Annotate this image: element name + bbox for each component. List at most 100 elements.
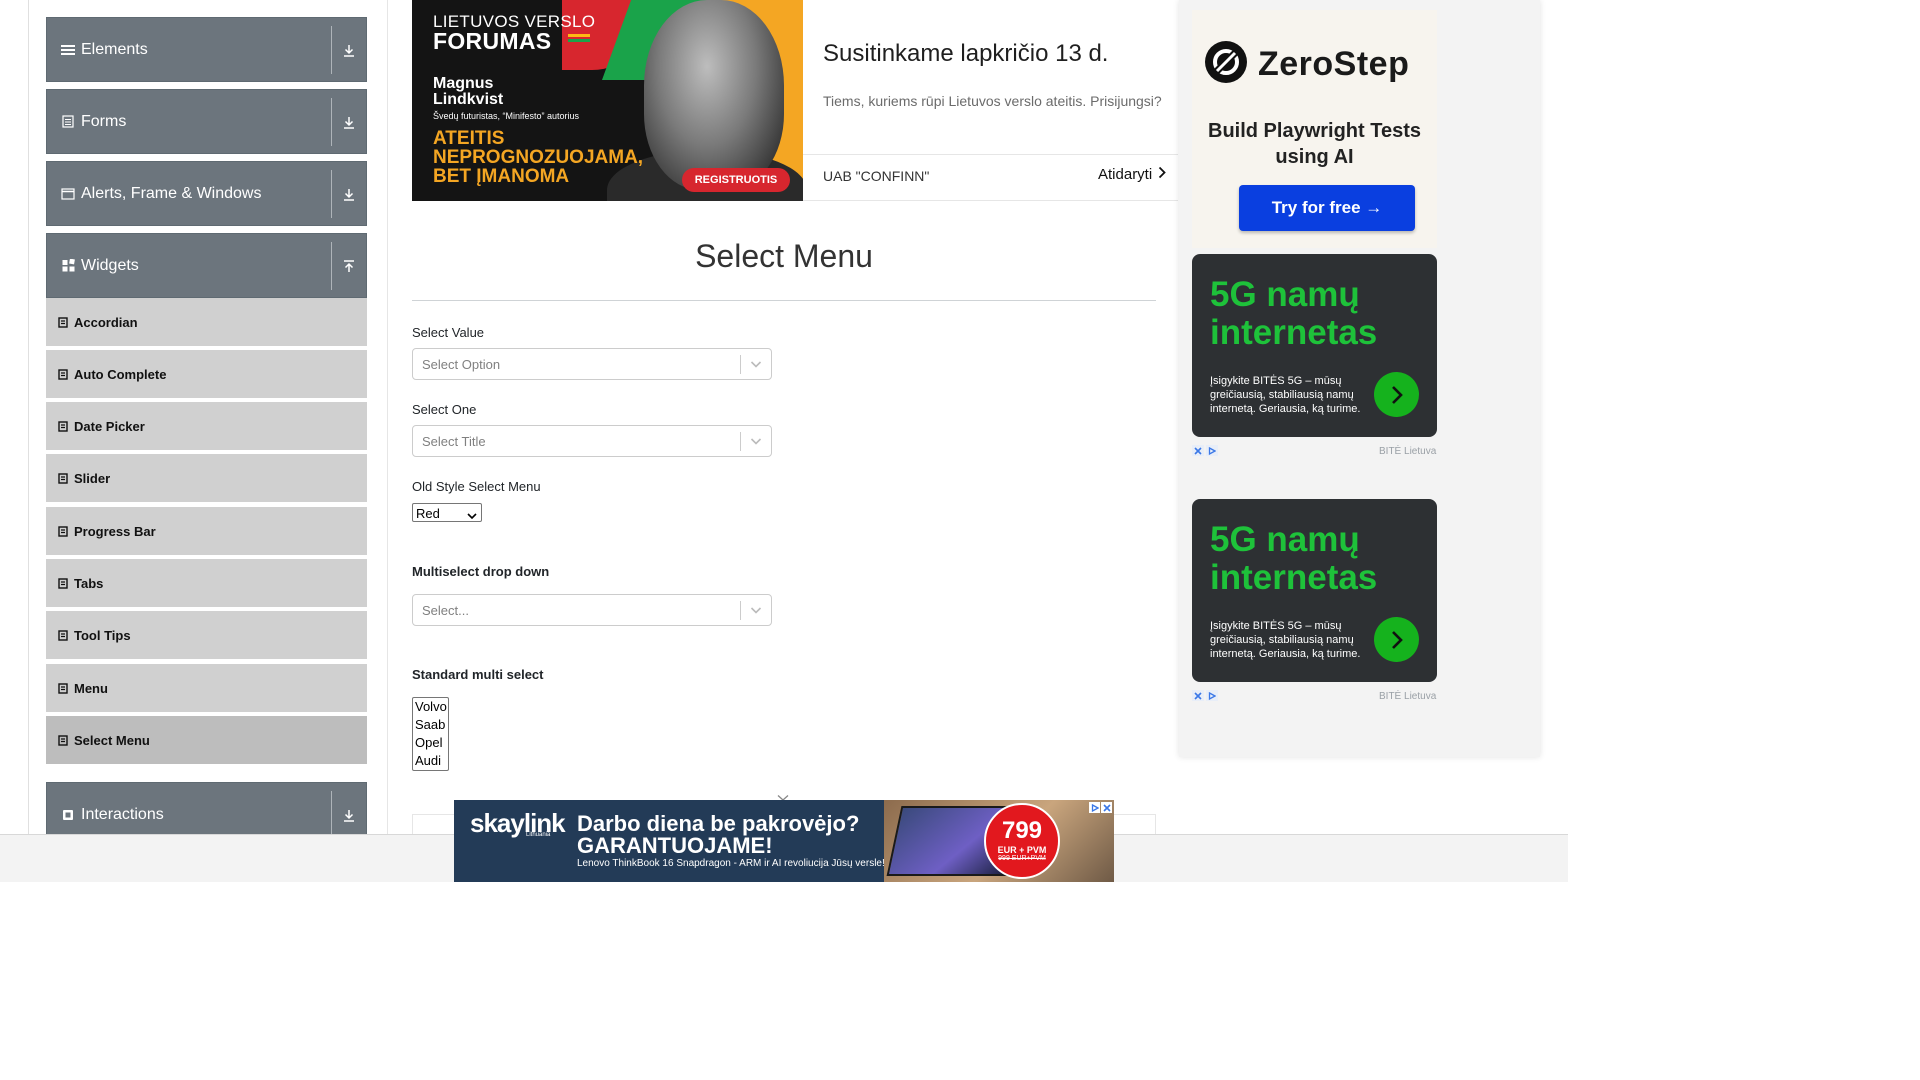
option-saab[interactable]: Saab <box>413 716 448 734</box>
bite-ad-body: Įsigykite BITĖS 5G – mūsų greičiausią, s… <box>1210 620 1361 660</box>
adchoices-icon[interactable] <box>1089 802 1100 813</box>
list-icon <box>58 682 68 694</box>
old-style-select[interactable]: Red <box>412 503 482 522</box>
price-unit: EUR + PVM <box>997 845 1047 855</box>
sidebar-item-tabs[interactable]: Tabs <box>46 559 367 609</box>
select-one-dropdown[interactable]: Select Title <box>412 425 772 457</box>
upload-icon[interactable] <box>332 234 366 299</box>
speaker-name: Magnus Lindkvist <box>433 75 504 108</box>
adchoices-icon[interactable] <box>1206 690 1218 701</box>
close-icon[interactable] <box>1192 690 1204 701</box>
chevron-down-icon[interactable] <box>749 603 763 622</box>
close-icon[interactable] <box>1101 802 1112 813</box>
bottom-ad-subline: Lenovo ThinkBook 16 Snapdragon - ARM ir … <box>577 858 885 869</box>
select-value-dropdown[interactable]: Select Option <box>412 348 772 380</box>
list-icon <box>58 525 68 537</box>
zerostep-ad[interactable]: ZeroStep Build Playwright Tests using AI… <box>1192 10 1437 248</box>
chevron-right-icon[interactable] <box>1374 617 1419 662</box>
top-banner-ad[interactable]: LIETUVOS VERSLO FORUMAS Magnus Lindkvist… <box>412 0 1178 201</box>
group-alerts-frame-windows[interactable]: Alerts, Frame & Windows <box>46 161 367 226</box>
price-badge: 799 EUR + PVM 999 EUR+PVM <box>984 803 1060 879</box>
select-one-label: Select One <box>412 402 477 417</box>
option-audi[interactable]: Audi <box>413 752 448 770</box>
chevron-right-icon[interactable] <box>1374 372 1419 417</box>
flag-icon <box>568 34 590 49</box>
list-icon <box>58 577 68 589</box>
list-icon <box>58 368 68 380</box>
bite-brand: BITĖ Lietuva <box>1379 446 1437 457</box>
sidebar-item-label: Slider <box>74 470 111 486</box>
skaylink-logo-sub: Lithuania <box>526 832 551 838</box>
bite-ad-card[interactable]: 5G namų internetas Įsigykite BITĖS 5G – … <box>1192 499 1437 682</box>
list-icon <box>58 629 68 641</box>
download-icon[interactable] <box>332 90 366 155</box>
standard-multi-select[interactable]: Volvo Saab Opel Audi <box>412 697 449 771</box>
option-opel[interactable]: Opel <box>413 734 448 752</box>
sidebar-item-label: Menu <box>74 680 108 696</box>
group-forms[interactable]: Forms <box>46 89 367 154</box>
sidebar-item-label: Tabs <box>74 575 104 591</box>
ad-image[interactable]: LIETUVOS VERSLO FORUMAS Magnus Lindkvist… <box>412 0 803 201</box>
bite-ad-card[interactable]: 5G namų internetas Įsigykite BITĖS 5G – … <box>1192 254 1437 437</box>
sidebar-item-auto-complete[interactable]: Auto Complete <box>46 350 367 400</box>
form-icon <box>59 115 77 128</box>
try-for-free-button[interactable]: Try for free → <box>1239 185 1415 231</box>
old-style-select-value: Red <box>416 506 440 521</box>
ad-open-link[interactable]: Atidaryti <box>1098 166 1166 183</box>
sidebar-item-tool-tips[interactable]: Tool Tips <box>46 611 367 661</box>
multiselect-dropdown[interactable]: Select... <box>412 594 772 626</box>
chevron-down-icon[interactable] <box>749 357 763 376</box>
adchoices-icon[interactable] <box>1206 445 1218 456</box>
multiselect-label: Multiselect drop down <box>412 564 550 579</box>
sidebar-item-menu[interactable]: Menu <box>46 664 367 714</box>
group-elements-label: Elements <box>81 40 148 58</box>
divider <box>740 432 741 451</box>
list-icon <box>58 316 68 328</box>
ad-choices[interactable] <box>1089 802 1112 813</box>
option-volvo[interactable]: Volvo <box>413 698 448 716</box>
sidebar-item-progress-bar[interactable]: Progress Bar <box>46 507 367 557</box>
chevron-down-icon[interactable] <box>749 434 763 453</box>
download-icon[interactable] <box>332 162 366 227</box>
sidebar-item-label: Accordian <box>74 314 138 330</box>
right-ad-column: ZeroStep Build Playwright Tests using AI… <box>1179 0 1540 757</box>
hamburger-icon <box>59 44 77 56</box>
divider <box>740 601 741 620</box>
ad-headline[interactable]: Susitinkame lapkričio 13 d. <box>823 40 1108 68</box>
list-icon <box>58 734 68 746</box>
interactions-icon <box>59 809 77 821</box>
sidebar-item-accordian[interactable]: Accordian <box>46 298 367 348</box>
sidebar-item-label: Date Picker <box>74 418 145 434</box>
price-value: 799 <box>1001 817 1043 844</box>
select-value-label: Select Value <box>412 325 485 340</box>
group-elements[interactable]: Elements <box>46 17 367 82</box>
close-icon[interactable] <box>1192 445 1204 456</box>
chevron-right-icon <box>1158 166 1166 183</box>
zerostep-tagline: Build Playwright Tests using AI <box>1208 120 1421 168</box>
sidebar-item-select-menu[interactable]: Select Menu <box>46 716 367 766</box>
group-widgets-label: Widgets <box>81 256 139 274</box>
select-value-placeholder: Select Option <box>422 357 501 372</box>
sidebar-item-date-picker[interactable]: Date Picker <box>46 402 367 452</box>
bite-brand: BITĖ Lietuva <box>1379 691 1437 702</box>
ad-choices[interactable] <box>1192 445 1218 456</box>
register-button[interactable]: REGISTRUOTIS <box>682 168 790 192</box>
zerostep-logo: ZeroStep <box>1204 40 1409 89</box>
speaker-role: Švedų futuristas, “Minifesto” autorius <box>433 111 580 121</box>
ad-choices[interactable] <box>1192 690 1218 701</box>
group-interactions-label: Interactions <box>81 805 164 823</box>
group-widgets[interactable]: Widgets <box>46 233 367 298</box>
divider <box>740 355 741 374</box>
widgets-icon <box>59 259 77 272</box>
download-icon[interactable] <box>332 18 366 83</box>
zerostep-logo-icon <box>1204 40 1248 89</box>
multiselect-placeholder: Select... <box>422 603 469 618</box>
group-alerts-label: Alerts, Frame & Windows <box>81 184 262 202</box>
page-title: Select Menu <box>695 238 873 274</box>
sidebar-item-label: Tool Tips <box>74 627 131 643</box>
sidebar-item-slider[interactable]: Slider <box>46 454 367 504</box>
bottom-sticky-ad[interactable]: skaylink Lithuania Darbo diena be pakrov… <box>454 800 1114 882</box>
list-icon <box>58 420 68 432</box>
skaylink-logo: skaylink <box>470 808 566 838</box>
sidebar-item-label: Progress Bar <box>74 523 156 539</box>
